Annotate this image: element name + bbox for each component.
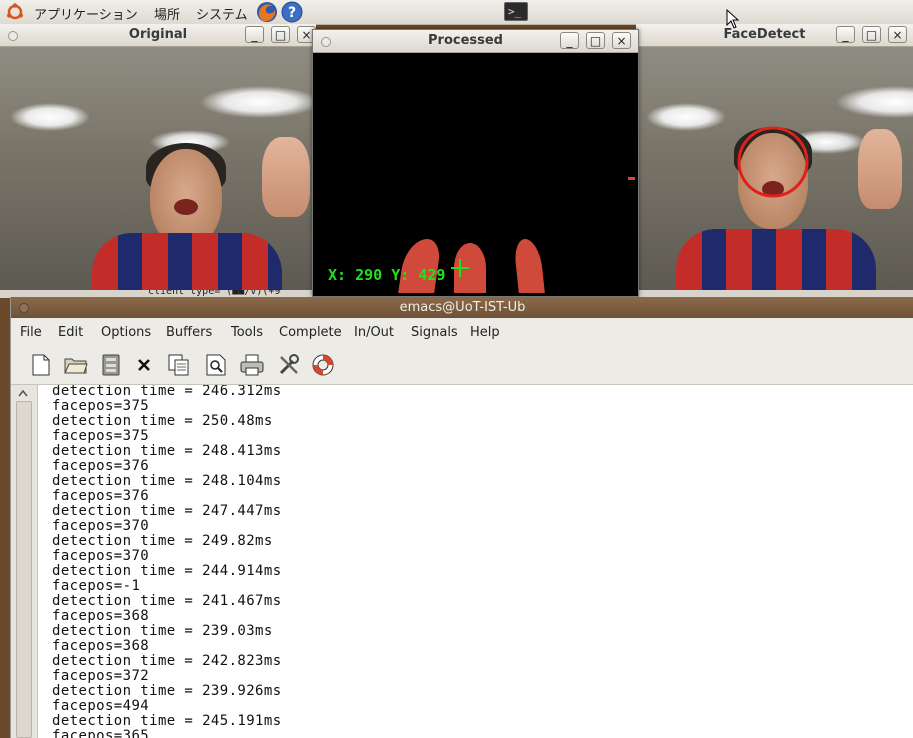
maximize-button[interactable]: □ xyxy=(862,26,881,43)
menu-tools[interactable]: Tools xyxy=(231,325,263,340)
buffer-line: detection time = 239.926ms xyxy=(52,683,282,699)
buffer-line: facepos=375 xyxy=(52,398,150,414)
minimize-button[interactable]: _ xyxy=(245,26,264,43)
menu-system[interactable]: システム xyxy=(196,4,248,23)
buffer-line: detection time = 245.191ms xyxy=(52,713,282,729)
menu-signals[interactable]: Signals xyxy=(411,325,458,340)
buffer-line: detection time = 247.447ms xyxy=(52,503,282,519)
save-icon[interactable] xyxy=(99,353,123,377)
buffer-line: facepos=376 xyxy=(52,488,150,504)
window-original: Original _ □ × xyxy=(0,24,316,290)
skin-blob xyxy=(513,239,545,293)
buffer-line: facepos=375 xyxy=(52,428,150,444)
menu-file[interactable]: File xyxy=(20,325,42,340)
menu-buffers[interactable]: Buffers xyxy=(166,325,212,340)
vertical-scrollbar[interactable] xyxy=(11,385,38,738)
maximize-button[interactable]: □ xyxy=(586,32,605,49)
buffer-line: facepos=365 xyxy=(52,728,150,738)
window-processed: Processed _ □ × X: 290 Y: 429 xyxy=(312,29,639,297)
buffer-line: facepos=368 xyxy=(52,608,150,624)
buffer-line: detection time = 242.823ms xyxy=(52,653,282,669)
find-icon[interactable] xyxy=(204,353,228,377)
buffer-line: detection time = 244.914ms xyxy=(52,563,282,579)
firefox-icon[interactable] xyxy=(256,1,278,23)
titlebar-processed[interactable]: Processed _ □ × xyxy=(313,30,638,53)
maximize-button[interactable]: □ xyxy=(271,26,290,43)
svg-text:?: ? xyxy=(288,5,296,21)
camera-image-original xyxy=(0,47,316,290)
buffer-line: detection time = 249.82ms xyxy=(52,533,273,549)
menu-applications[interactable]: アプリケーション xyxy=(34,4,138,23)
new-file-icon[interactable] xyxy=(29,353,53,377)
open-folder-icon[interactable] xyxy=(64,353,88,377)
close-button[interactable]: × xyxy=(888,26,907,43)
titlebar-original[interactable]: Original _ □ × xyxy=(0,24,316,47)
menu-inout[interactable]: In/Out xyxy=(354,325,394,340)
buffer-line: detection time = 248.104ms xyxy=(52,473,282,489)
menu-edit[interactable]: Edit xyxy=(58,325,83,340)
menu-complete[interactable]: Complete xyxy=(279,325,342,340)
crosshair-icon xyxy=(451,259,469,277)
minimize-button[interactable]: _ xyxy=(836,26,855,43)
mouse-cursor-icon xyxy=(726,9,740,29)
face-detection-circle xyxy=(737,126,809,198)
camera-image-facedetect xyxy=(636,47,913,290)
copy-icon[interactable] xyxy=(167,353,191,377)
terminal-icon[interactable]: >_ xyxy=(504,2,528,21)
titlebar-facedetect[interactable]: FaceDetect _ □ × xyxy=(636,24,913,47)
menu-places[interactable]: 場所 xyxy=(154,4,180,23)
coordinate-readout: X: 290 Y: 429 xyxy=(328,266,446,284)
buffer-line: facepos=376 xyxy=(52,458,150,474)
buffer-line: detection time = 248.413ms xyxy=(52,443,282,459)
ubuntu-logo-icon[interactable] xyxy=(6,3,24,21)
preferences-icon[interactable] xyxy=(277,353,301,377)
titlebar-emacs[interactable]: emacs@UoT-IST-Ub xyxy=(11,297,913,319)
buffer-line: detection time = 239.03ms xyxy=(52,623,273,639)
window-emacs: emacs@UoT-IST-Ub File Edit Options Buffe… xyxy=(10,297,913,738)
help-icon[interactable]: ? xyxy=(281,1,303,23)
emacs-toolbar xyxy=(11,346,913,385)
buffer-line: facepos=372 xyxy=(52,668,150,684)
buffer-line: facepos=494 xyxy=(52,698,150,714)
processed-image: X: 290 Y: 429 xyxy=(316,53,635,293)
scrollbar-thumb[interactable] xyxy=(16,401,32,738)
buffer-line: detection time = 250.48ms xyxy=(52,413,273,429)
buffer-line: facepos=370 xyxy=(52,548,150,564)
scroll-up-arrow-icon[interactable] xyxy=(18,389,28,397)
close-icon[interactable] xyxy=(132,353,156,377)
print-icon[interactable] xyxy=(240,353,264,377)
buffer-line: detection time = 246.312ms xyxy=(52,385,282,399)
buffer-line: facepos=-1 xyxy=(52,578,141,594)
minimize-button[interactable]: _ xyxy=(560,32,579,49)
buffer-line: facepos=368 xyxy=(52,638,150,654)
top-panel: アプリケーション 場所 システム ? >_ xyxy=(0,0,913,25)
emacs-menubar: File Edit Options Buffers Tools Complete… xyxy=(11,318,913,346)
skin-blob xyxy=(628,177,635,180)
window-facedetect: FaceDetect _ □ × xyxy=(636,24,913,290)
help-lifebuoy-icon[interactable] xyxy=(311,353,335,377)
window-title-emacs: emacs@UoT-IST-Ub xyxy=(399,300,526,315)
emacs-buffer[interactable]: detection time = 246.312ms facepos=375 det… xyxy=(38,385,913,738)
menu-options[interactable]: Options xyxy=(101,325,151,340)
menu-help[interactable]: Help xyxy=(470,325,500,340)
window-title-original: Original xyxy=(128,27,188,42)
buffer-line: detection time = 241.467ms xyxy=(52,593,282,609)
buffer-line: facepos=370 xyxy=(52,518,150,534)
close-button[interactable]: × xyxy=(612,32,631,49)
